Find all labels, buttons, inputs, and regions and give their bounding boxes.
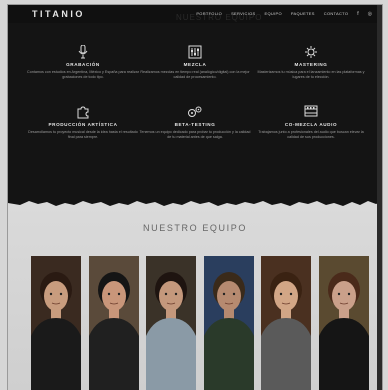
service-description: Contamos con estudios en Argentina, Méxi…: [27, 70, 139, 79]
team-heading: NUESTRO EQUIPO: [143, 223, 247, 233]
service-description: Trabajamos junto a profesionales del aud…: [258, 130, 364, 139]
service-description: Tenemos un equipo dedicado para probar t…: [139, 130, 251, 139]
service-description: Realizamos mezclas en tiempo real (analó…: [140, 70, 250, 79]
puzzle-icon: [23, 105, 143, 119]
service-title: MASTERING: [294, 62, 328, 67]
mastering-icon: [251, 45, 371, 59]
team-member-photo[interactable]: [203, 256, 254, 390]
team-member-photo[interactable]: [146, 256, 196, 390]
facebook-icon[interactable]: f: [357, 11, 358, 17]
nav-link-equipo[interactable]: EQUIPO: [265, 11, 282, 17]
nav-link-contacto[interactable]: CONTACTO: [324, 11, 348, 17]
service-beta-testing: BETA-TESTING Tenemos un equipo dedicado …: [135, 105, 255, 140]
team-member-photo[interactable]: [31, 256, 81, 390]
service-title: BETA-TESTING: [174, 122, 216, 127]
nav-link-servicios[interactable]: SERVICIOS: [231, 11, 255, 17]
nav-link-portfolio[interactable]: PORTFOLIO: [196, 11, 222, 17]
site-logo[interactable]: TITANIO: [32, 9, 85, 19]
team-member-photo[interactable]: [261, 256, 311, 390]
service-description: Masterizamos tu música para el lanzamien…: [257, 70, 365, 79]
scrollbar[interactable]: [377, 5, 382, 390]
team-member-photo[interactable]: [318, 256, 369, 390]
nav-link-paquetes[interactable]: PAQUETES: [291, 11, 315, 17]
film-icon: [251, 105, 371, 119]
screenshot-frame: TITANIO NUESTRO EQUIPO PORTFOLIO SERVICI…: [0, 0, 388, 390]
mixer-icon: [135, 45, 255, 59]
service-co-mezcla: CO-MEZCLA AUDIO Trabajamos junto a profe…: [251, 105, 371, 140]
gears-icon: [135, 105, 255, 119]
service-mezcla: MEZCLA Realizamos mezclas en tiempo real…: [135, 45, 255, 80]
service-title: GRABACIÓN: [66, 62, 100, 67]
service-grabacion: GRABACIÓN Contamos con estudios en Argen…: [23, 44, 143, 80]
torn-paper-edge: [8, 193, 382, 206]
web-page: TITANIO NUESTRO EQUIPO PORTFOLIO SERVICI…: [8, 5, 382, 390]
service-title: CO-MEZCLA AUDIO: [284, 122, 338, 127]
team-member-photo[interactable]: [88, 256, 139, 390]
top-navigation: TITANIO NUESTRO EQUIPO PORTFOLIO SERVICI…: [8, 5, 382, 23]
service-description: Desarrollamos tu proyecto musical desde …: [28, 130, 138, 139]
service-title: PRODUCCIÓN ARTÍSTICA: [48, 122, 118, 127]
service-mastering: MASTERING Masterizamos tu música para el…: [251, 45, 371, 80]
service-title: MEZCLA: [183, 62, 207, 67]
service-produccion: PRODUCCIÓN ARTÍSTICA Desarrollamos tu pr…: [23, 105, 143, 140]
nav-links: PORTFOLIO SERVICIOS EQUIPO PAQUETES CONT…: [196, 11, 372, 17]
instagram-icon[interactable]: ◎: [368, 11, 372, 17]
team-section: NUESTRO EQUIPO: [8, 193, 382, 390]
microphone-icon: [23, 44, 143, 59]
